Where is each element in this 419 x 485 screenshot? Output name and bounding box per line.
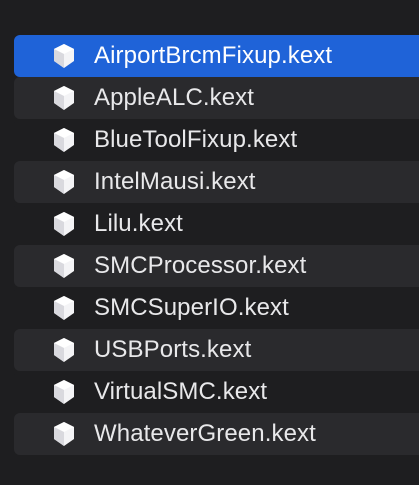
kext-bundle-icon [50, 41, 78, 71]
file-name: IntelMausi.kext [94, 168, 256, 195]
kext-bundle-icon [50, 251, 78, 281]
file-row-lilu[interactable]: Lilu.kext [14, 203, 419, 245]
kext-bundle-icon [50, 209, 78, 239]
finder-window: AirportBrcmFixup.kext AppleALC.kext Blue… [0, 0, 419, 485]
file-row-airportbrcmfixup[interactable]: AirportBrcmFixup.kext [14, 35, 419, 77]
file-row-virtualsmc[interactable]: VirtualSMC.kext [14, 371, 419, 413]
file-name: AppleALC.kext [94, 84, 255, 111]
file-row-applealc[interactable]: AppleALC.kext [14, 77, 419, 119]
file-row-intelmausi[interactable]: IntelMausi.kext [14, 161, 419, 203]
kext-bundle-icon [50, 167, 78, 197]
kext-bundle-icon [50, 377, 78, 407]
file-name: WhateverGreen.kext [94, 420, 316, 447]
kext-bundle-icon [50, 293, 78, 323]
file-list: AirportBrcmFixup.kext AppleALC.kext Blue… [14, 35, 419, 455]
kext-bundle-icon [50, 335, 78, 365]
kext-bundle-icon [50, 83, 78, 113]
kext-bundle-icon [50, 125, 78, 155]
kext-bundle-icon [50, 419, 78, 449]
file-name: SMCProcessor.kext [94, 252, 307, 279]
file-name: BlueToolFixup.kext [94, 126, 298, 153]
file-row-usbports[interactable]: USBPorts.kext [14, 329, 419, 371]
file-name: USBPorts.kext [94, 336, 252, 363]
file-row-bluetoolfixup[interactable]: BlueToolFixup.kext [14, 119, 419, 161]
file-row-smcsuperio[interactable]: SMCSuperIO.kext [14, 287, 419, 329]
file-name: AirportBrcmFixup.kext [94, 42, 333, 69]
file-name: SMCSuperIO.kext [94, 294, 289, 321]
file-name: Lilu.kext [94, 210, 183, 237]
file-name: VirtualSMC.kext [94, 378, 268, 405]
file-row-smcprocessor[interactable]: SMCProcessor.kext [14, 245, 419, 287]
file-row-whatevergreen[interactable]: WhateverGreen.kext [14, 413, 419, 455]
